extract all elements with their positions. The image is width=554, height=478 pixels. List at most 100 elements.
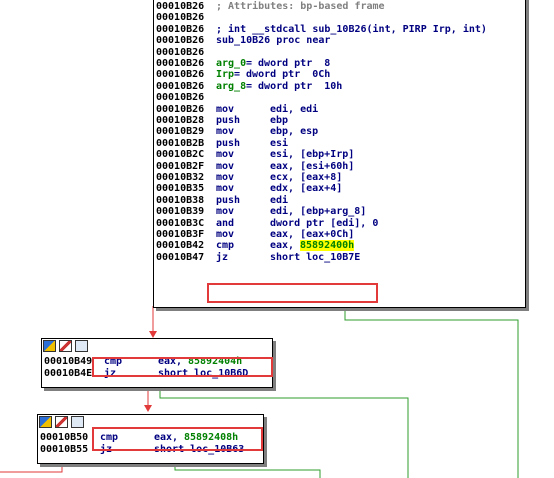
mnemonic: push <box>216 194 241 206</box>
comment-icon[interactable] <box>71 416 84 428</box>
address: 00010B26 <box>156 80 205 92</box>
address: 00010B3C <box>156 217 205 229</box>
address: 00010B29 <box>156 126 205 138</box>
disasm-line[interactable]: 00010B3C and dword ptr [edi], 0 <box>154 218 525 229</box>
address: 00010B26 <box>156 103 205 115</box>
edge-arrow <box>144 405 152 412</box>
edit-icon[interactable] <box>55 416 68 428</box>
edge-main-true <box>344 306 519 478</box>
node2-icons <box>42 339 90 352</box>
argument-definition: = dword ptr 0Ch <box>234 69 331 81</box>
mnemonic: mov <box>216 206 235 218</box>
address: 00010B26 <box>156 12 205 24</box>
disasm-line[interactable]: 00010B26 ; int __stdcall sub_10B26(int, P… <box>154 24 525 35</box>
disasm-line[interactable]: 00010B26 arg_8 = dword ptr 10h <box>154 81 525 92</box>
address: 00010B28 <box>156 115 205 126</box>
comment-icon[interactable] <box>75 340 88 352</box>
block-node-3[interactable]: 00010B50 cmp eax, 85892408h 00010B55 jz short… <box>37 414 264 464</box>
disasm-line[interactable]: 00010B26 ; Attributes: bp-based frame <box>154 1 525 12</box>
disasm-line[interactable]: 00010B42 cmp eax, 85892400h <box>154 240 525 252</box>
address: 00010B26 <box>156 23 205 35</box>
disasm-line[interactable]: 00010B49 cmp eax, 85892404h <box>42 356 272 367</box>
main-function-node[interactable]: 00010B26; Attributes: bp-based frame 0001… <box>153 0 526 308</box>
disasm-line[interactable]: 00010B2C mov esi, [ebp+Irp] <box>154 149 525 160</box>
operands: short loc_10B63 <box>154 444 245 455</box>
mnemonic: push <box>216 115 241 126</box>
immediate-value: 85892404h <box>188 356 243 367</box>
address: 00010B42 <box>156 240 205 252</box>
block-node-2[interactable]: 00010B49 cmp eax, 85892404h 00010B4E jz short… <box>41 338 273 388</box>
operands: esi <box>270 137 289 149</box>
operands: eax, <box>154 432 185 443</box>
mnemonic: mov <box>216 126 235 138</box>
operands: ecx, [eax+8] <box>270 172 343 183</box>
address: 00010B2F <box>156 160 205 172</box>
mnemonic: cmp <box>104 356 123 367</box>
disasm-line[interactable]: 00010B26 <box>154 47 525 58</box>
immediate-value: 85892408h <box>184 432 239 443</box>
address: 00010B47 <box>156 251 205 263</box>
edit-icon[interactable] <box>59 340 72 352</box>
disasm-line[interactable]: 00010B38 push edi <box>154 195 525 206</box>
declaration-text: sub_10B26 proc near <box>216 35 331 47</box>
address: 00010B4E <box>44 368 93 379</box>
mnemonic: mov <box>216 183 235 195</box>
graph-icon[interactable] <box>39 416 52 428</box>
disasm-line[interactable]: 00010B50 cmp eax, 85892408h <box>38 432 263 443</box>
address: 00010B3F <box>156 229 205 240</box>
address: 00010B26 <box>156 46 205 58</box>
immediate-value: 85892400h <box>300 240 355 252</box>
disasm-line[interactable]: 00010B47 jz short loc_10B7E <box>154 252 525 263</box>
mnemonic: push <box>216 137 241 149</box>
disasm-line[interactable]: 00010B28 push ebp <box>154 115 525 126</box>
address: 00010B26 <box>156 58 205 69</box>
declaration-text: ; int __stdcall sub_10B26(int, PIRP Irp,… <box>216 23 487 35</box>
argument-definition: = dword ptr 8 <box>246 58 331 69</box>
address: 00010B50 <box>40 432 89 443</box>
disasm-line[interactable]: 00010B29 mov ebp, esp <box>154 126 525 137</box>
mnemonic: mov <box>216 103 235 115</box>
address: 00010B2B <box>156 137 205 149</box>
disasm-line[interactable]: 00010B55 jz short loc_10B63 <box>38 444 263 455</box>
operands: short loc_10B7E <box>270 251 361 263</box>
disasm-line[interactable]: 00010B26 <box>154 12 525 23</box>
disasm-line[interactable]: 00010B2F mov eax, [esi+60h] <box>154 161 525 172</box>
disasm-line[interactable]: 00010B26 arg_0 = dword ptr 8 <box>154 58 525 69</box>
mnemonic: mov <box>216 149 235 161</box>
operands: edi, [ebp+arg_8] <box>270 206 367 218</box>
address: 00010B2C <box>156 149 205 161</box>
mnemonic: mov <box>216 229 235 240</box>
address: 00010B49 <box>44 356 93 367</box>
address: 00010B26 <box>156 92 205 104</box>
mnemonic: jz <box>104 368 117 379</box>
disasm-line[interactable]: 00010B39 mov edi, [ebp+arg_8] <box>154 206 525 217</box>
graph-icon[interactable] <box>43 340 56 352</box>
disasm-line[interactable]: 00010B26 Irp = dword ptr 0Ch <box>154 69 525 80</box>
argument-name: arg_8 <box>216 80 247 92</box>
operands: ebp <box>270 115 289 126</box>
operands: ebp, esp <box>270 126 319 138</box>
disasm-line[interactable]: 00010B4E jz short loc_10B6D <box>42 368 272 379</box>
edge-node3-true <box>174 462 321 478</box>
mnemonic: cmp <box>100 432 119 443</box>
disasm-line[interactable]: 00010B35 mov edx, [eax+4] <box>154 183 525 194</box>
address: 00010B38 <box>156 194 205 206</box>
operands: eax, <box>158 356 189 367</box>
disasm-line[interactable]: 00010B26 mov edi, edi <box>154 104 525 115</box>
disasm-line[interactable]: 00010B3F mov eax, [eax+0Ch] <box>154 229 525 240</box>
disasm-line[interactable]: 00010B26 sub_10B26 proc near <box>154 35 525 46</box>
operands: edi, edi <box>270 103 319 115</box>
address: 00010B32 <box>156 172 205 183</box>
mnemonic: mov <box>216 172 235 183</box>
argument-definition: = dword ptr 10h <box>246 80 343 92</box>
argument-name: arg_0 <box>216 58 247 69</box>
address: 00010B55 <box>40 444 89 455</box>
operands: edx, [eax+4] <box>270 183 343 195</box>
disasm-line[interactable]: 00010B26 <box>154 92 525 103</box>
mnemonic: and <box>216 217 235 229</box>
edge-arrow <box>149 331 157 338</box>
operands: edi <box>270 194 289 206</box>
address: 00010B39 <box>156 206 205 218</box>
disasm-line[interactable]: 00010B32 mov ecx, [eax+8] <box>154 172 525 183</box>
disasm-line[interactable]: 00010B2B push esi <box>154 138 525 149</box>
